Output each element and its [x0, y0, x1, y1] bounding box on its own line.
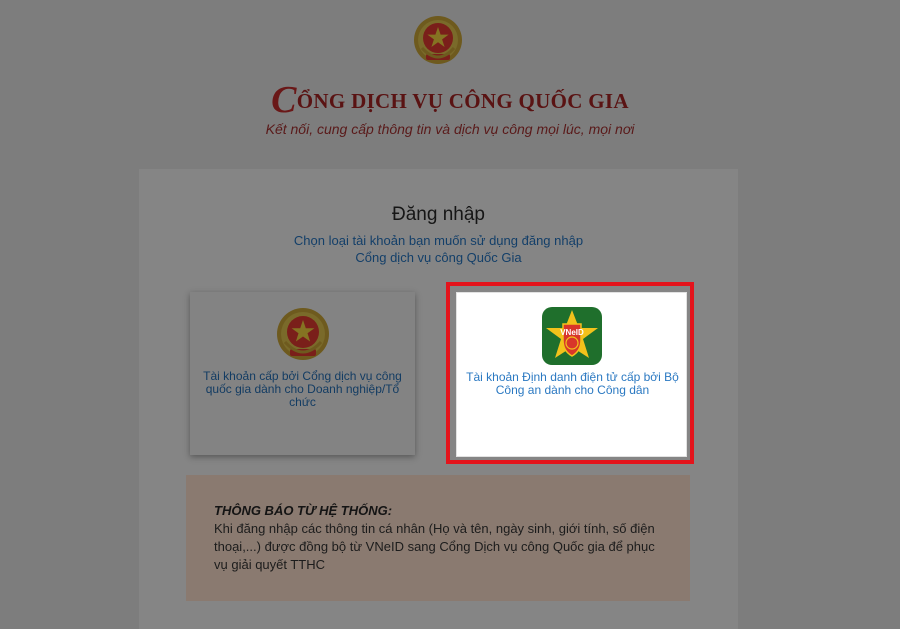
site-title-text: ỔNG DỊCH VỤ CÔNG QUỐC GIA [296, 89, 629, 113]
national-emblem-icon [277, 308, 329, 360]
organization-account-card[interactable]: Tài khoản cấp bởi Cổng dịch vụ công quốc… [190, 292, 415, 455]
vneid-logo-icon: VNeID [542, 307, 602, 365]
login-hint-line1: Chọn loại tài khoản bạn muốn sử dụng đăn… [293, 233, 584, 248]
vneid-logo-text: VNeID [560, 328, 584, 337]
site-subtitle: Kết nối, cung cấp thông tin và dịch vụ c… [265, 121, 635, 137]
login-title: Đăng nhập [392, 204, 485, 225]
national-emblem-icon [414, 16, 462, 64]
citizen-vneid-account-card[interactable]: VNeID Tài khoản Định danh điện tử cấp bở… [456, 292, 687, 457]
system-notice-title: THÔNG BÁO TỪ HỆ THỐNG: [214, 503, 393, 518]
citizen-vneid-account-label: Tài khoản Định danh điện tử cấp bởi Bộ C… [466, 370, 679, 397]
site-title: CỔNG DỊCH VỤ CÔNG QUỐC GIA [0, 78, 900, 122]
login-hint-line2: Cổng dịch vụ công Quốc Gia [355, 250, 522, 265]
organization-account-label: Tài khoản cấp bởi Cổng dịch vụ công quốc… [203, 369, 402, 409]
login-hint: Chọn loại tài khoản bạn muốn sử dụng đăn… [280, 232, 597, 266]
site-title-initial: C [271, 79, 297, 121]
system-notice: THÔNG BÁO TỪ HỆ THỐNG: Khi đăng nhập các… [186, 475, 690, 601]
system-notice-body: Khi đăng nhập các thông tin cá nhân (Họ … [214, 521, 655, 572]
